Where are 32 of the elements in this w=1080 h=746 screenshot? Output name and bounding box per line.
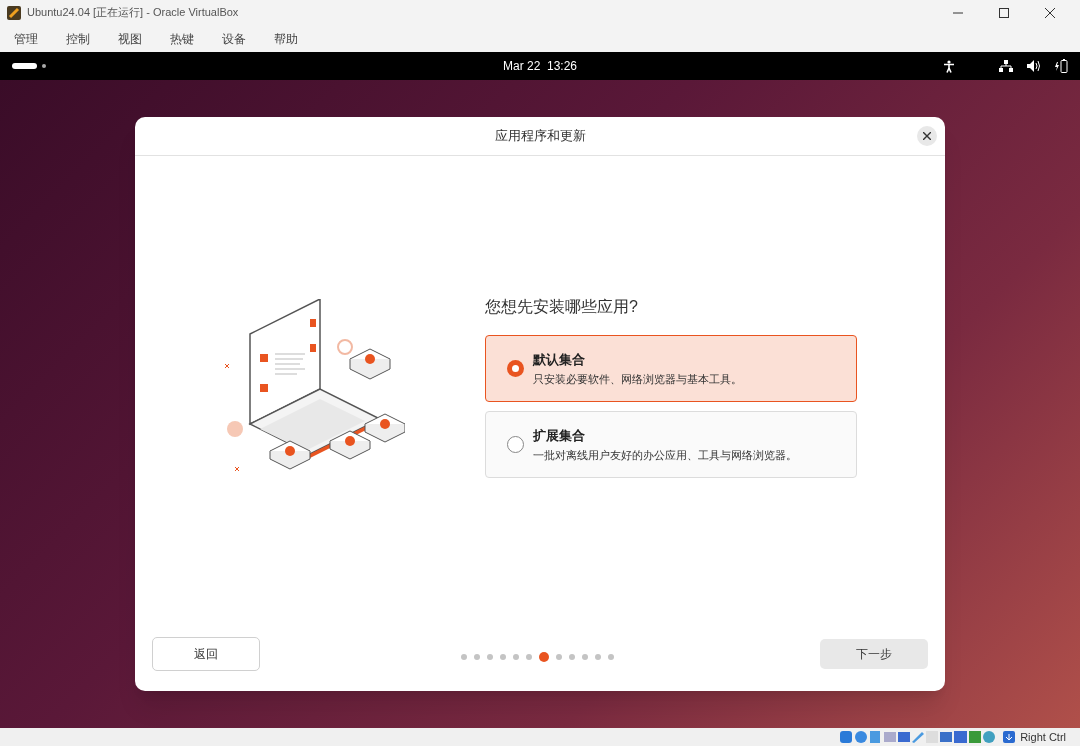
option-card[interactable]: 默认集合 只安装必要软件、网络浏览器与基本工具。 — [485, 335, 857, 402]
option-description: 只安装必要软件、网络浏览器与基本工具。 — [533, 372, 742, 387]
clock[interactable]: Mar 22 13:26 — [503, 57, 578, 75]
menu-item[interactable]: 设备 — [222, 29, 246, 48]
volume-icon[interactable] — [1027, 60, 1041, 72]
menu-item[interactable]: 视图 — [118, 29, 142, 48]
window-title: Ubuntu24.04 [正在运行] - Oracle VirtualBox — [27, 5, 239, 21]
radio-button[interactable] — [507, 360, 524, 377]
close-icon[interactable] — [1045, 7, 1055, 18]
keyboard-capture-icon[interactable] — [1003, 731, 1016, 743]
network-icon[interactable] — [999, 60, 1013, 72]
menu-item[interactable]: 控制 — [66, 29, 90, 48]
option-title: 默认集合 — [533, 350, 586, 369]
option-card[interactable]: 扩展集合 一批对离线用户友好的办公应用、工具与网络浏览器。 — [485, 411, 857, 478]
menu-item[interactable]: 热键 — [170, 29, 194, 48]
question-heading: 您想先安装哪些应用? — [485, 297, 639, 317]
battery-icon[interactable] — [1055, 59, 1068, 73]
next-button[interactable]: 下一步 — [820, 639, 928, 669]
app-logo-icon — [7, 5, 21, 20]
maximize-icon[interactable] — [999, 7, 1009, 18]
host-key-label: Right Ctrl — [1020, 729, 1066, 745]
close-icon — [923, 132, 931, 140]
menu-item[interactable]: 管理 — [14, 29, 38, 48]
accessibility-icon[interactable] — [943, 59, 955, 73]
workspace-indicator-icon[interactable] — [12, 62, 48, 70]
menu-item[interactable]: 帮助 — [274, 29, 298, 48]
option-description: 一批对离线用户友好的办公应用、工具与网络浏览器。 — [533, 448, 797, 463]
close-button[interactable] — [917, 126, 937, 146]
option-title: 扩展集合 — [533, 426, 586, 445]
radio-button[interactable] — [507, 436, 524, 453]
dialog-title: 应用程序和更新 — [494, 127, 586, 146]
back-button[interactable]: 返回 — [152, 637, 260, 671]
